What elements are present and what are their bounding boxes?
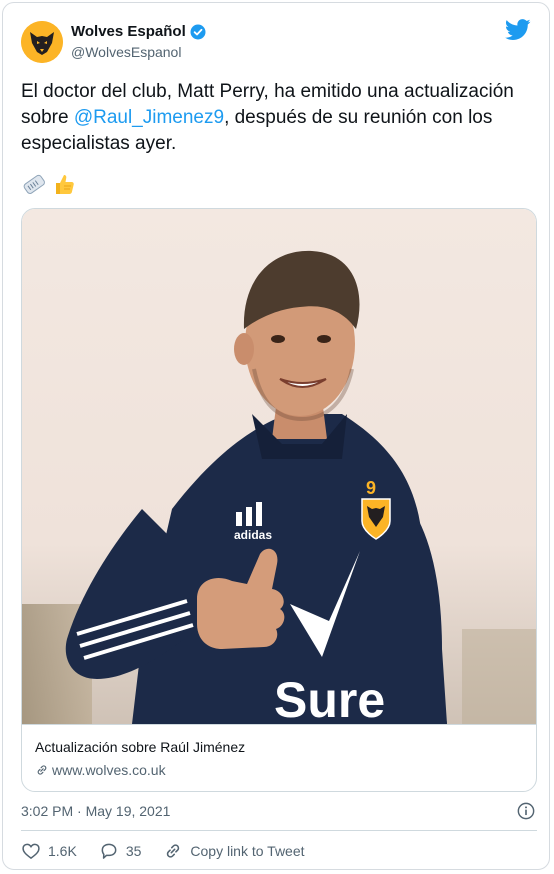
card-domain-text: www.wolves.co.uk bbox=[52, 762, 166, 778]
tweet-card: Wolves Español @WolvesEspanol El doctor … bbox=[2, 2, 550, 870]
divider bbox=[21, 830, 537, 831]
sponsor-text: Sure bbox=[274, 672, 385, 724]
verified-badge-icon bbox=[190, 24, 206, 40]
reply-count: 35 bbox=[125, 843, 142, 859]
copy-link-label: Copy link to Tweet bbox=[190, 843, 305, 859]
display-name-text: Wolves Español bbox=[71, 23, 186, 40]
thumbs-up-icon bbox=[56, 175, 74, 194]
heart-icon bbox=[22, 843, 40, 860]
display-name[interactable]: Wolves Español bbox=[71, 23, 206, 41]
copy-link-button[interactable]: Copy link to Tweet bbox=[163, 841, 305, 861]
twitter-bird-icon[interactable] bbox=[505, 19, 531, 41]
mention-link[interactable]: @Raul_Jimenez9 bbox=[74, 107, 224, 128]
like-count: 1.6K bbox=[48, 843, 77, 859]
user-handle[interactable]: @WolvesEspanol bbox=[71, 43, 206, 61]
link-icon bbox=[37, 765, 47, 775]
kit-brand-text: adidas bbox=[234, 528, 272, 542]
timestamp-row: 3:02 PM · May 19, 2021 bbox=[21, 800, 537, 822]
tweet-actions: 1.6K 35 Copy link to Tweet bbox=[21, 837, 327, 865]
card-image[interactable]: adidas 9 Sure bbox=[22, 209, 536, 728]
newspaper-icon bbox=[23, 174, 45, 194]
tweet-header: Wolves Español @WolvesEspanol bbox=[21, 19, 531, 63]
tweet-text: El doctor del club, Matt Perry, ha emiti… bbox=[21, 79, 531, 157]
wolves-logo-icon bbox=[21, 21, 63, 63]
link-icon bbox=[167, 844, 180, 858]
like-button[interactable]: 1.6K bbox=[21, 841, 77, 861]
link-card[interactable]: adidas 9 Sure Actualización sobre Raúl J… bbox=[21, 208, 537, 792]
reply-icon bbox=[101, 843, 117, 859]
reply-button[interactable]: 35 bbox=[99, 841, 142, 861]
jersey-number: 9 bbox=[366, 478, 376, 498]
tweet-timestamp[interactable]: 3:02 PM · May 19, 2021 bbox=[21, 803, 170, 819]
emoji-row bbox=[21, 171, 77, 201]
card-domain[interactable]: www.wolves.co.uk bbox=[35, 762, 166, 778]
player-photo: adidas 9 Sure bbox=[22, 209, 536, 728]
info-icon[interactable] bbox=[517, 802, 535, 820]
card-meta[interactable]: Actualización sobre Raúl Jiménez www.wol… bbox=[22, 724, 536, 791]
avatar[interactable] bbox=[21, 21, 63, 63]
card-title[interactable]: Actualización sobre Raúl Jiménez bbox=[35, 739, 245, 755]
